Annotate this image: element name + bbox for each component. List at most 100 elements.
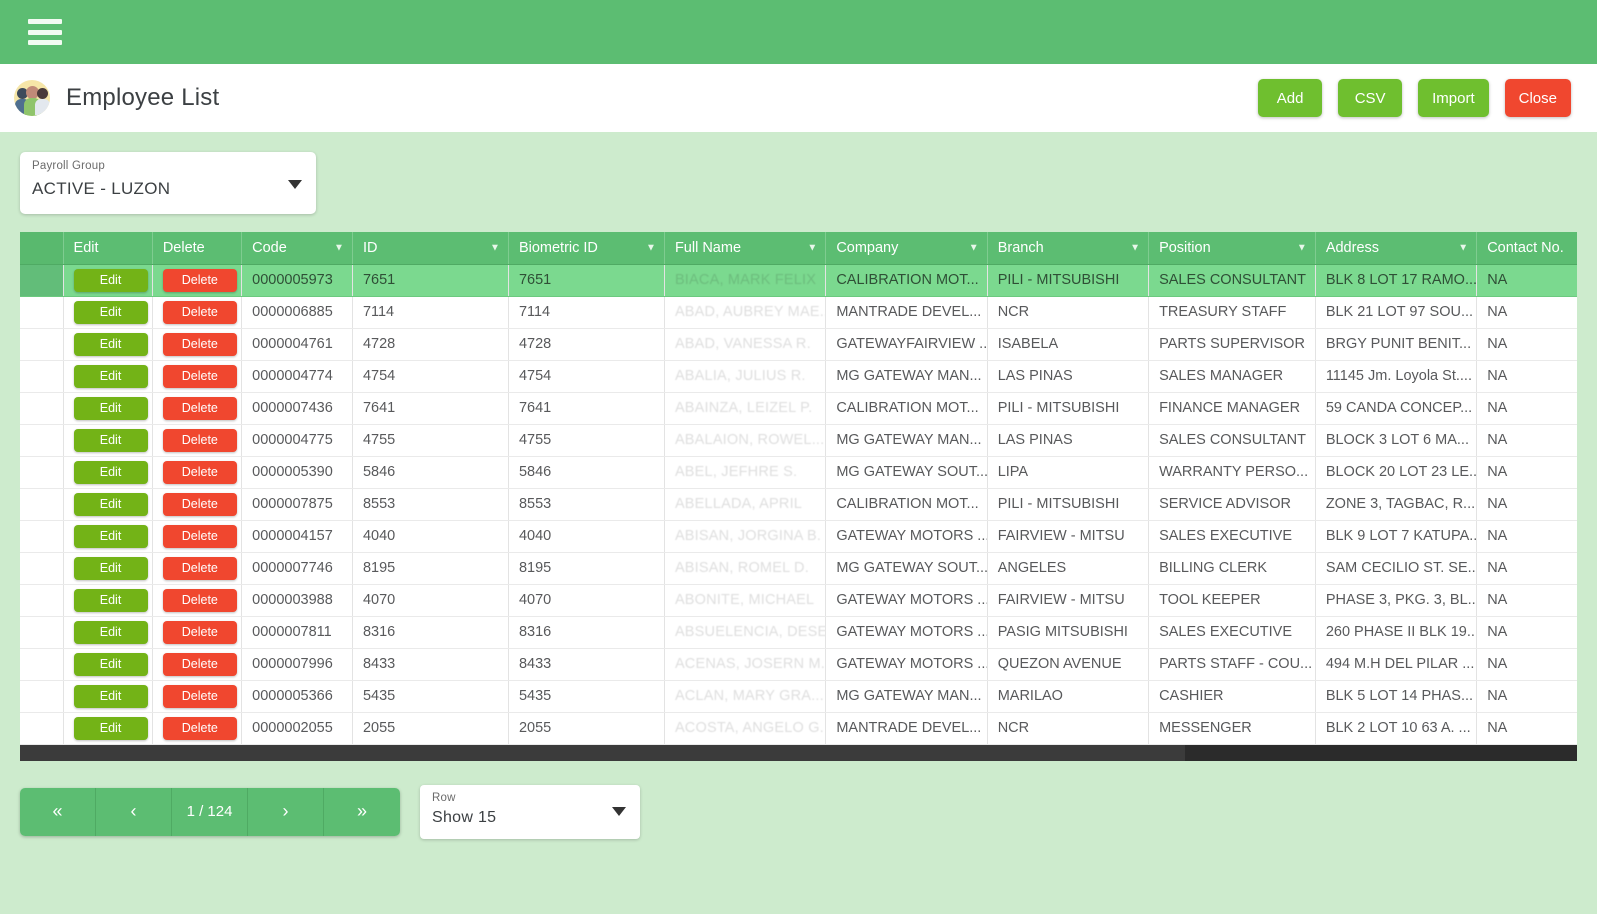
filter-icon[interactable]: ▼ bbox=[334, 242, 344, 253]
add-button[interactable]: Add bbox=[1258, 79, 1322, 117]
row-select-cell[interactable] bbox=[20, 552, 63, 584]
column-header-edit[interactable]: Edit bbox=[63, 232, 152, 264]
column-header-branch[interactable]: Branch▼ bbox=[987, 232, 1148, 264]
full-name-text: ACOSTA, ANGELO G. bbox=[675, 720, 824, 736]
filter-icon[interactable]: ▼ bbox=[1458, 242, 1468, 253]
filter-icon[interactable]: ▼ bbox=[1130, 242, 1140, 253]
delete-row-button[interactable]: Delete bbox=[163, 269, 237, 292]
previous-page-button[interactable]: ‹ bbox=[96, 788, 172, 836]
row-select-cell[interactable] bbox=[20, 616, 63, 648]
table-row[interactable]: EditDelete000000477547554755ABALAION, RO… bbox=[20, 424, 1577, 456]
cell-biometric-id: 2055 bbox=[508, 712, 664, 744]
delete-row-button[interactable]: Delete bbox=[163, 397, 237, 420]
row-select-cell[interactable] bbox=[20, 648, 63, 680]
row-select-cell[interactable] bbox=[20, 296, 63, 328]
table-row[interactable]: EditDelete000000476147284728ABAD, VANESS… bbox=[20, 328, 1577, 360]
table-row[interactable]: EditDelete000000415740404040ABISAN, JORG… bbox=[20, 520, 1577, 552]
table-row[interactable]: EditDelete000000477447544754ABALIA, JULI… bbox=[20, 360, 1577, 392]
row-select-cell[interactable] bbox=[20, 680, 63, 712]
table-row[interactable]: EditDelete000000781183168316ABSUELENCIA,… bbox=[20, 616, 1577, 648]
delete-row-button[interactable]: Delete bbox=[163, 621, 237, 644]
delete-row-button[interactable]: Delete bbox=[163, 333, 237, 356]
rows-per-page-select[interactable]: Row Show 15 bbox=[420, 785, 640, 839]
delete-row-button[interactable]: Delete bbox=[163, 685, 237, 708]
delete-row-button[interactable]: Delete bbox=[163, 493, 237, 516]
cell-code: 0000006885 bbox=[242, 296, 353, 328]
delete-row-button[interactable]: Delete bbox=[163, 525, 237, 548]
edit-row-button[interactable]: Edit bbox=[74, 333, 148, 356]
edit-row-button[interactable]: Edit bbox=[74, 301, 148, 324]
delete-cell: Delete bbox=[152, 392, 241, 424]
app-bar bbox=[0, 0, 1597, 64]
csv-button[interactable]: CSV bbox=[1338, 79, 1402, 117]
delete-row-button[interactable]: Delete bbox=[163, 653, 237, 676]
scrollbar-thumb[interactable] bbox=[20, 745, 1185, 761]
filter-icon[interactable]: ▼ bbox=[490, 242, 500, 253]
table-row[interactable]: EditDelete000000536654355435ACLAN, MARY … bbox=[20, 680, 1577, 712]
table-row[interactable]: EditDelete000000597376517651BIACA, MARK … bbox=[20, 264, 1577, 296]
chevron-down-icon[interactable] bbox=[612, 807, 626, 816]
table-row[interactable]: EditDelete000000774681958195ABISAN, ROME… bbox=[20, 552, 1577, 584]
next-page-button[interactable]: › bbox=[248, 788, 324, 836]
delete-cell: Delete bbox=[152, 552, 241, 584]
column-header-position[interactable]: Position▼ bbox=[1149, 232, 1316, 264]
row-select-cell[interactable] bbox=[20, 328, 63, 360]
row-select-cell[interactable] bbox=[20, 360, 63, 392]
edit-row-button[interactable]: Edit bbox=[74, 493, 148, 516]
chevron-down-icon[interactable] bbox=[288, 180, 302, 189]
import-button[interactable]: Import bbox=[1418, 79, 1489, 117]
column-header-contact-no[interactable]: Contact No.▼ bbox=[1477, 232, 1577, 264]
edit-row-button[interactable]: Edit bbox=[74, 621, 148, 644]
delete-row-button[interactable]: Delete bbox=[163, 301, 237, 324]
close-button[interactable]: Close bbox=[1505, 79, 1571, 117]
row-select-cell[interactable] bbox=[20, 584, 63, 616]
row-select-cell[interactable] bbox=[20, 392, 63, 424]
edit-row-button[interactable]: Edit bbox=[74, 685, 148, 708]
edit-row-button[interactable]: Edit bbox=[74, 365, 148, 388]
hamburger-menu-icon[interactable] bbox=[28, 19, 62, 45]
filter-icon[interactable]: ▼ bbox=[646, 242, 656, 253]
row-select-cell[interactable] bbox=[20, 712, 63, 744]
table-row[interactable]: EditDelete000000205520552055ACOSTA, ANGE… bbox=[20, 712, 1577, 744]
edit-row-button[interactable]: Edit bbox=[74, 653, 148, 676]
filter-icon[interactable]: ▼ bbox=[1297, 242, 1307, 253]
delete-row-button[interactable]: Delete bbox=[163, 461, 237, 484]
payroll-group-select[interactable]: Payroll Group ACTIVE - LUZON bbox=[20, 152, 316, 214]
column-header-delete[interactable]: Delete bbox=[152, 232, 241, 264]
horizontal-scrollbar[interactable] bbox=[20, 745, 1577, 761]
column-header-address[interactable]: Address▼ bbox=[1315, 232, 1476, 264]
column-header-code[interactable]: Code▼ bbox=[242, 232, 353, 264]
table-row[interactable]: EditDelete000000688571147114ABAD, AUBREY… bbox=[20, 296, 1577, 328]
edit-row-button[interactable]: Edit bbox=[74, 429, 148, 452]
edit-row-button[interactable]: Edit bbox=[74, 557, 148, 580]
delete-row-button[interactable]: Delete bbox=[163, 365, 237, 388]
table-row[interactable]: EditDelete000000787585538553ABELLADA, AP… bbox=[20, 488, 1577, 520]
column-header-full-name[interactable]: Full Name▼ bbox=[664, 232, 825, 264]
delete-row-button[interactable]: Delete bbox=[163, 557, 237, 580]
delete-row-button[interactable]: Delete bbox=[163, 717, 237, 740]
row-select-cell[interactable] bbox=[20, 456, 63, 488]
column-header-biometric-id[interactable]: Biometric ID▼ bbox=[508, 232, 664, 264]
edit-row-button[interactable]: Edit bbox=[74, 589, 148, 612]
delete-row-button[interactable]: Delete bbox=[163, 429, 237, 452]
row-select-cell[interactable] bbox=[20, 488, 63, 520]
filter-icon[interactable]: ▼ bbox=[807, 242, 817, 253]
edit-row-button[interactable]: Edit bbox=[74, 269, 148, 292]
table-row[interactable]: EditDelete000000743676417641ABAINZA, LEI… bbox=[20, 392, 1577, 424]
edit-row-button[interactable]: Edit bbox=[74, 461, 148, 484]
last-page-button[interactable]: » bbox=[324, 788, 400, 836]
row-select-cell[interactable] bbox=[20, 424, 63, 456]
row-select-cell[interactable] bbox=[20, 520, 63, 552]
edit-row-button[interactable]: Edit bbox=[74, 717, 148, 740]
column-header-id[interactable]: ID▼ bbox=[352, 232, 508, 264]
filter-icon[interactable]: ▼ bbox=[969, 242, 979, 253]
first-page-button[interactable]: « bbox=[20, 788, 96, 836]
table-row[interactable]: EditDelete000000539058465846ABEL, JEFHRE… bbox=[20, 456, 1577, 488]
table-row[interactable]: EditDelete000000398840704070ABONITE, MIC… bbox=[20, 584, 1577, 616]
edit-row-button[interactable]: Edit bbox=[74, 525, 148, 548]
table-row[interactable]: EditDelete000000799684338433ACENAS, JOSE… bbox=[20, 648, 1577, 680]
edit-row-button[interactable]: Edit bbox=[74, 397, 148, 420]
column-header-company[interactable]: Company▼ bbox=[826, 232, 987, 264]
delete-row-button[interactable]: Delete bbox=[163, 589, 237, 612]
row-select-cell[interactable] bbox=[20, 264, 63, 296]
